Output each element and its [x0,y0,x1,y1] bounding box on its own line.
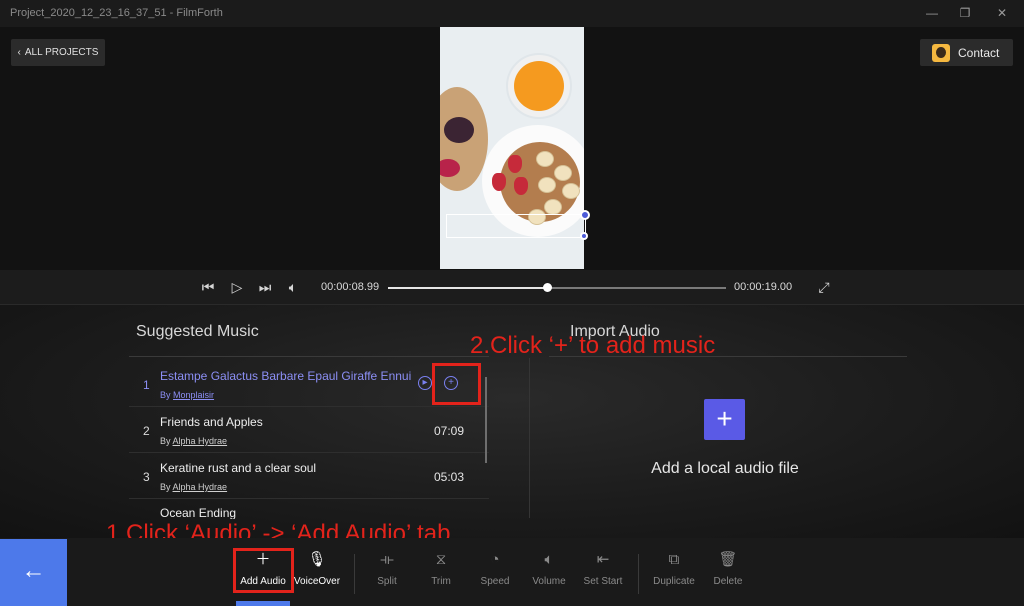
track-row[interactable]: 2 Friends and Apples By Alpha Hydrae 07:… [129,407,489,453]
track-duration: 07:09 [433,424,464,438]
track-row[interactable]: 3 Keratine rust and a clear soul By Alph… [129,453,489,499]
trim-tool[interactable]: ⧖ Trim [411,548,471,598]
add-music-highlight [432,363,481,405]
contact-avatar-icon [932,43,950,62]
volume-icon: 🔈︎ [544,551,554,568]
back-button[interactable]: ← [0,539,67,606]
tool-label: Split [377,576,397,587]
duplicate-icon: ⧉ [668,551,680,568]
skip-forward-icon[interactable]: ⏭ [255,277,275,297]
contact-label: Contact [958,45,1000,60]
banana-slice-image [554,165,572,181]
all-projects-button[interactable]: ‹ ALL PROJECTS [11,39,105,66]
tool-label: Duplicate [653,576,695,587]
artist-link[interactable]: Monplaisir [173,390,214,400]
chevron-left-icon: ‹ [17,47,21,58]
toolbar-divider [354,554,355,594]
seek-track[interactable] [388,287,726,289]
volume-tool[interactable]: 🔈︎ Volume [519,548,579,598]
tool-label: Volume [532,576,566,587]
track-number: 1 [143,378,150,392]
tool-label: Speed [480,576,510,587]
track-number: 3 [143,470,150,484]
arrow-left-icon: ← [21,557,46,584]
track-number: 2 [143,424,150,438]
strawberry-image [508,155,522,173]
track-artist: By Alpha Hydrae [160,436,228,446]
set-start-icon: ⇤ [596,551,610,568]
suggested-music-title: Suggested Music [136,323,259,340]
fullscreen-icon[interactable]: ⤢ [814,277,834,297]
step-2-annotation: 2.Click ‘+’ to add music [470,332,716,359]
track-row[interactable]: Ocean Ending [129,499,489,519]
seek-progress [388,287,547,289]
track-name: Friends and Apples [160,415,263,429]
microphone-icon: 🎙︎ [307,551,327,568]
duplicate-tool[interactable]: ⧉ Duplicate [644,548,704,598]
juice-glass-image [506,53,572,119]
suggested-divider [129,356,489,357]
active-tab-indicator [236,601,290,606]
trash-icon: 🗑︎ [718,551,738,568]
trim-icon: ⧖ [435,551,447,568]
split-icon: ⟛ [380,551,394,568]
current-time: 00:00:08.99 [321,281,380,293]
add-audio-highlight [233,548,294,593]
artist-link[interactable]: Alpha Hydrae [173,436,228,446]
window-title: Project_2020_12_23_16_37_51 - FilmForth [10,7,223,19]
seek-thumb[interactable] [542,283,552,292]
track-name: Ocean Ending [160,506,237,519]
banana-slice-image [562,183,580,199]
volume-icon[interactable]: 🔈︎ [283,277,303,297]
skip-back-icon[interactable]: ⏮ [198,277,218,297]
total-time: 00:00:19.00 [734,281,793,293]
minimize-button[interactable]: — [922,4,942,22]
banana-slice-image [536,151,554,167]
add-local-audio-button[interactable]: + [704,399,745,440]
set-start-tool[interactable]: ⇤ Set Start [573,548,633,598]
voiceover-tab[interactable]: 🎙︎ VoiceOver [287,548,347,598]
restore-button[interactable]: ❐ [955,4,975,22]
artist-link[interactable]: Alpha Hydrae [173,482,228,492]
tool-label: Trim [431,576,451,587]
close-button[interactable]: ✕ [992,4,1012,22]
food-bowl-image [440,87,488,191]
split-tool[interactable]: ⟛ Split [357,548,417,598]
resize-handle[interactable] [580,232,588,240]
track-duration: 05:03 [433,470,464,484]
title-bar: Project_2020_12_23_16_37_51 - FilmForth … [0,0,1024,27]
add-local-audio-label: Add a local audio file [651,460,799,477]
delete-tool[interactable]: 🗑︎ Delete [698,548,758,598]
play-preview-icon[interactable]: ▸ [418,376,432,390]
track-list-scrollbar[interactable] [485,377,487,463]
banana-slice-image [544,199,562,215]
text-overlay-box[interactable] [446,214,586,238]
speed-icon: ◔ [490,551,500,568]
tool-label: Delete [713,576,743,587]
track-name: Estampe Galactus Barbare Epaul Giraffe E… [160,369,412,383]
tool-label: VoiceOver [293,576,341,587]
tool-label: Set Start [583,576,623,587]
toolbar-divider [638,554,639,594]
play-icon[interactable]: ▷ [227,277,247,297]
panel-separator [529,358,530,518]
track-artist: By Monplaisir [160,390,215,400]
contact-button[interactable]: Contact [920,39,1013,66]
track-name: Keratine rust and a clear soul [160,461,317,475]
track-artist: By Alpha Hydrae [160,482,228,492]
rotate-handle[interactable] [580,210,590,220]
strawberry-image [514,177,528,195]
banana-slice-image [538,177,556,193]
strawberry-image [492,173,506,191]
all-projects-label: ALL PROJECTS [24,47,99,58]
speed-tool[interactable]: ◔ Speed [465,548,525,598]
